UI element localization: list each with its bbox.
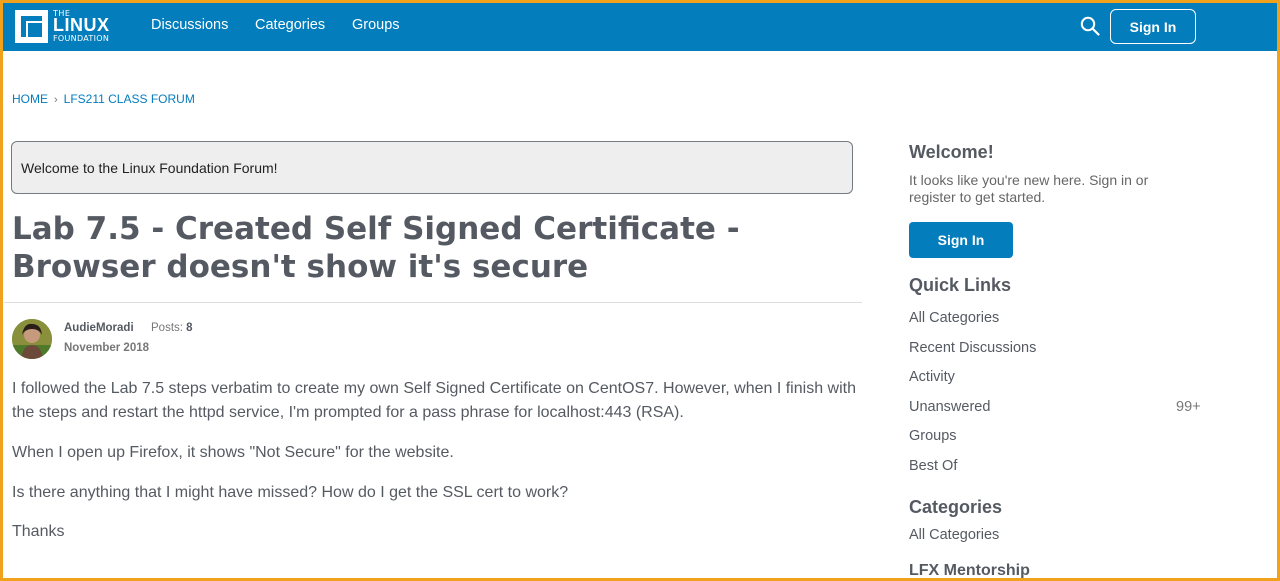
avatar-photo-icon xyxy=(12,319,52,359)
post-paragraph: Thanks xyxy=(12,523,65,540)
search-icon[interactable] xyxy=(1080,16,1100,36)
post-count-value: 8 xyxy=(186,322,193,334)
sidebar-welcome-text: It looks like you're new here. Sign in o… xyxy=(909,172,1149,205)
header-sign-in-button[interactable]: Sign In xyxy=(1110,9,1196,44)
welcome-banner: Welcome to the Linux Foundation Forum! xyxy=(11,141,853,194)
nav-groups[interactable]: Groups xyxy=(352,17,400,33)
category-all-categories[interactable]: All Categories xyxy=(909,527,999,543)
breadcrumb-separator: › xyxy=(54,94,58,106)
logo-mark-icon xyxy=(15,10,48,43)
title-divider xyxy=(4,302,862,303)
avatar[interactable] xyxy=(12,319,52,359)
breadcrumb: HOME › LFS211 CLASS FORUM xyxy=(12,92,195,106)
post-paragraph: When I open up Firefox, it shows "Not Se… xyxy=(12,444,454,461)
breadcrumb-home[interactable]: HOME xyxy=(12,92,48,106)
quick-link-groups[interactable]: Groups xyxy=(909,428,957,444)
nav-categories[interactable]: Categories xyxy=(255,17,325,33)
breadcrumb-forum[interactable]: LFS211 CLASS FORUM xyxy=(64,92,195,106)
top-nav-bar: THE LINUX FOUNDATION Discussions Categor… xyxy=(0,0,1280,51)
unanswered-count-badge: 99+ xyxy=(1176,399,1201,415)
logo-text-linux: LINUX xyxy=(53,15,110,35)
category-lfx-mentorship[interactable]: LFX Mentorship xyxy=(909,562,1030,580)
quick-link-all-categories[interactable]: All Categories xyxy=(909,310,999,326)
logo-text-foundation: FOUNDATION xyxy=(53,34,110,43)
categories-heading: Categories xyxy=(909,497,1003,517)
quick-link-activity[interactable]: Activity xyxy=(909,369,955,385)
quick-link-unanswered[interactable]: Unanswered xyxy=(909,399,990,415)
quick-link-best-of[interactable]: Best Of xyxy=(909,458,957,474)
linux-foundation-logo[interactable]: THE LINUX FOUNDATION xyxy=(15,9,115,44)
post-paragraph: I followed the Lab 7.5 steps verbatim to… xyxy=(12,380,856,421)
discussion-title: Lab 7.5 - Created Self Signed Certificat… xyxy=(12,211,740,285)
quick-links-heading: Quick Links xyxy=(909,275,1012,295)
quick-link-recent-discussions[interactable]: Recent Discussions xyxy=(909,340,1036,356)
sidebar-sign-in-button[interactable]: Sign In xyxy=(909,222,1013,258)
post-count-label: Posts: xyxy=(151,322,183,334)
sidebar-welcome-heading: Welcome! xyxy=(909,142,994,162)
post-count: Posts: 8 xyxy=(151,322,193,334)
post-paragraph: Is there anything that I might have miss… xyxy=(12,484,569,501)
post-author[interactable]: AudieMoradi xyxy=(64,322,134,334)
nav-discussions[interactable]: Discussions xyxy=(151,17,228,33)
post-date[interactable]: November 2018 xyxy=(64,342,149,354)
